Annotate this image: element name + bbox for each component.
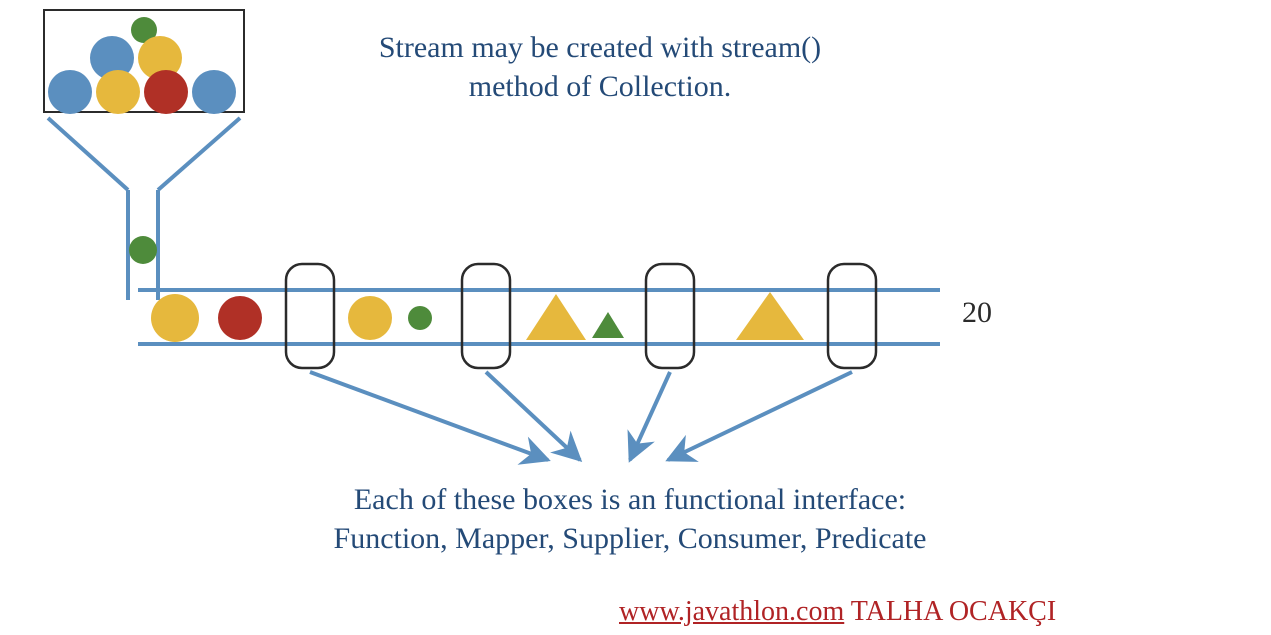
arrow-1-icon (310, 372, 548, 460)
stage-box-2 (462, 264, 510, 368)
stage-box-4 (828, 264, 876, 368)
stage-box-1 (286, 264, 334, 368)
ball-green-icon (408, 306, 432, 330)
stage-box-3 (646, 264, 694, 368)
diagram-stage: Stream may be created with stream() meth… (0, 0, 1271, 635)
ball-blue-icon (192, 70, 236, 114)
arrow-4-icon (668, 372, 852, 460)
triangle-yellow-icon (736, 292, 804, 340)
arrow-3-icon (630, 372, 670, 460)
ball-yellow-icon (151, 294, 199, 342)
arrow-2-icon (486, 372, 580, 460)
ball-yellow-icon (96, 70, 140, 114)
ball-yellow-icon (348, 296, 392, 340)
stream-pipeline-diagram (0, 0, 1271, 635)
triangle-yellow-icon (526, 294, 586, 340)
collection-box (44, 10, 244, 114)
ball-red-icon (218, 296, 262, 340)
triangle-green-icon (592, 312, 624, 338)
stage-arrows (310, 372, 852, 460)
ball-blue-icon (48, 70, 92, 114)
ball-green-icon (129, 236, 157, 264)
ball-red-icon (144, 70, 188, 114)
funnel-icon (48, 118, 240, 300)
